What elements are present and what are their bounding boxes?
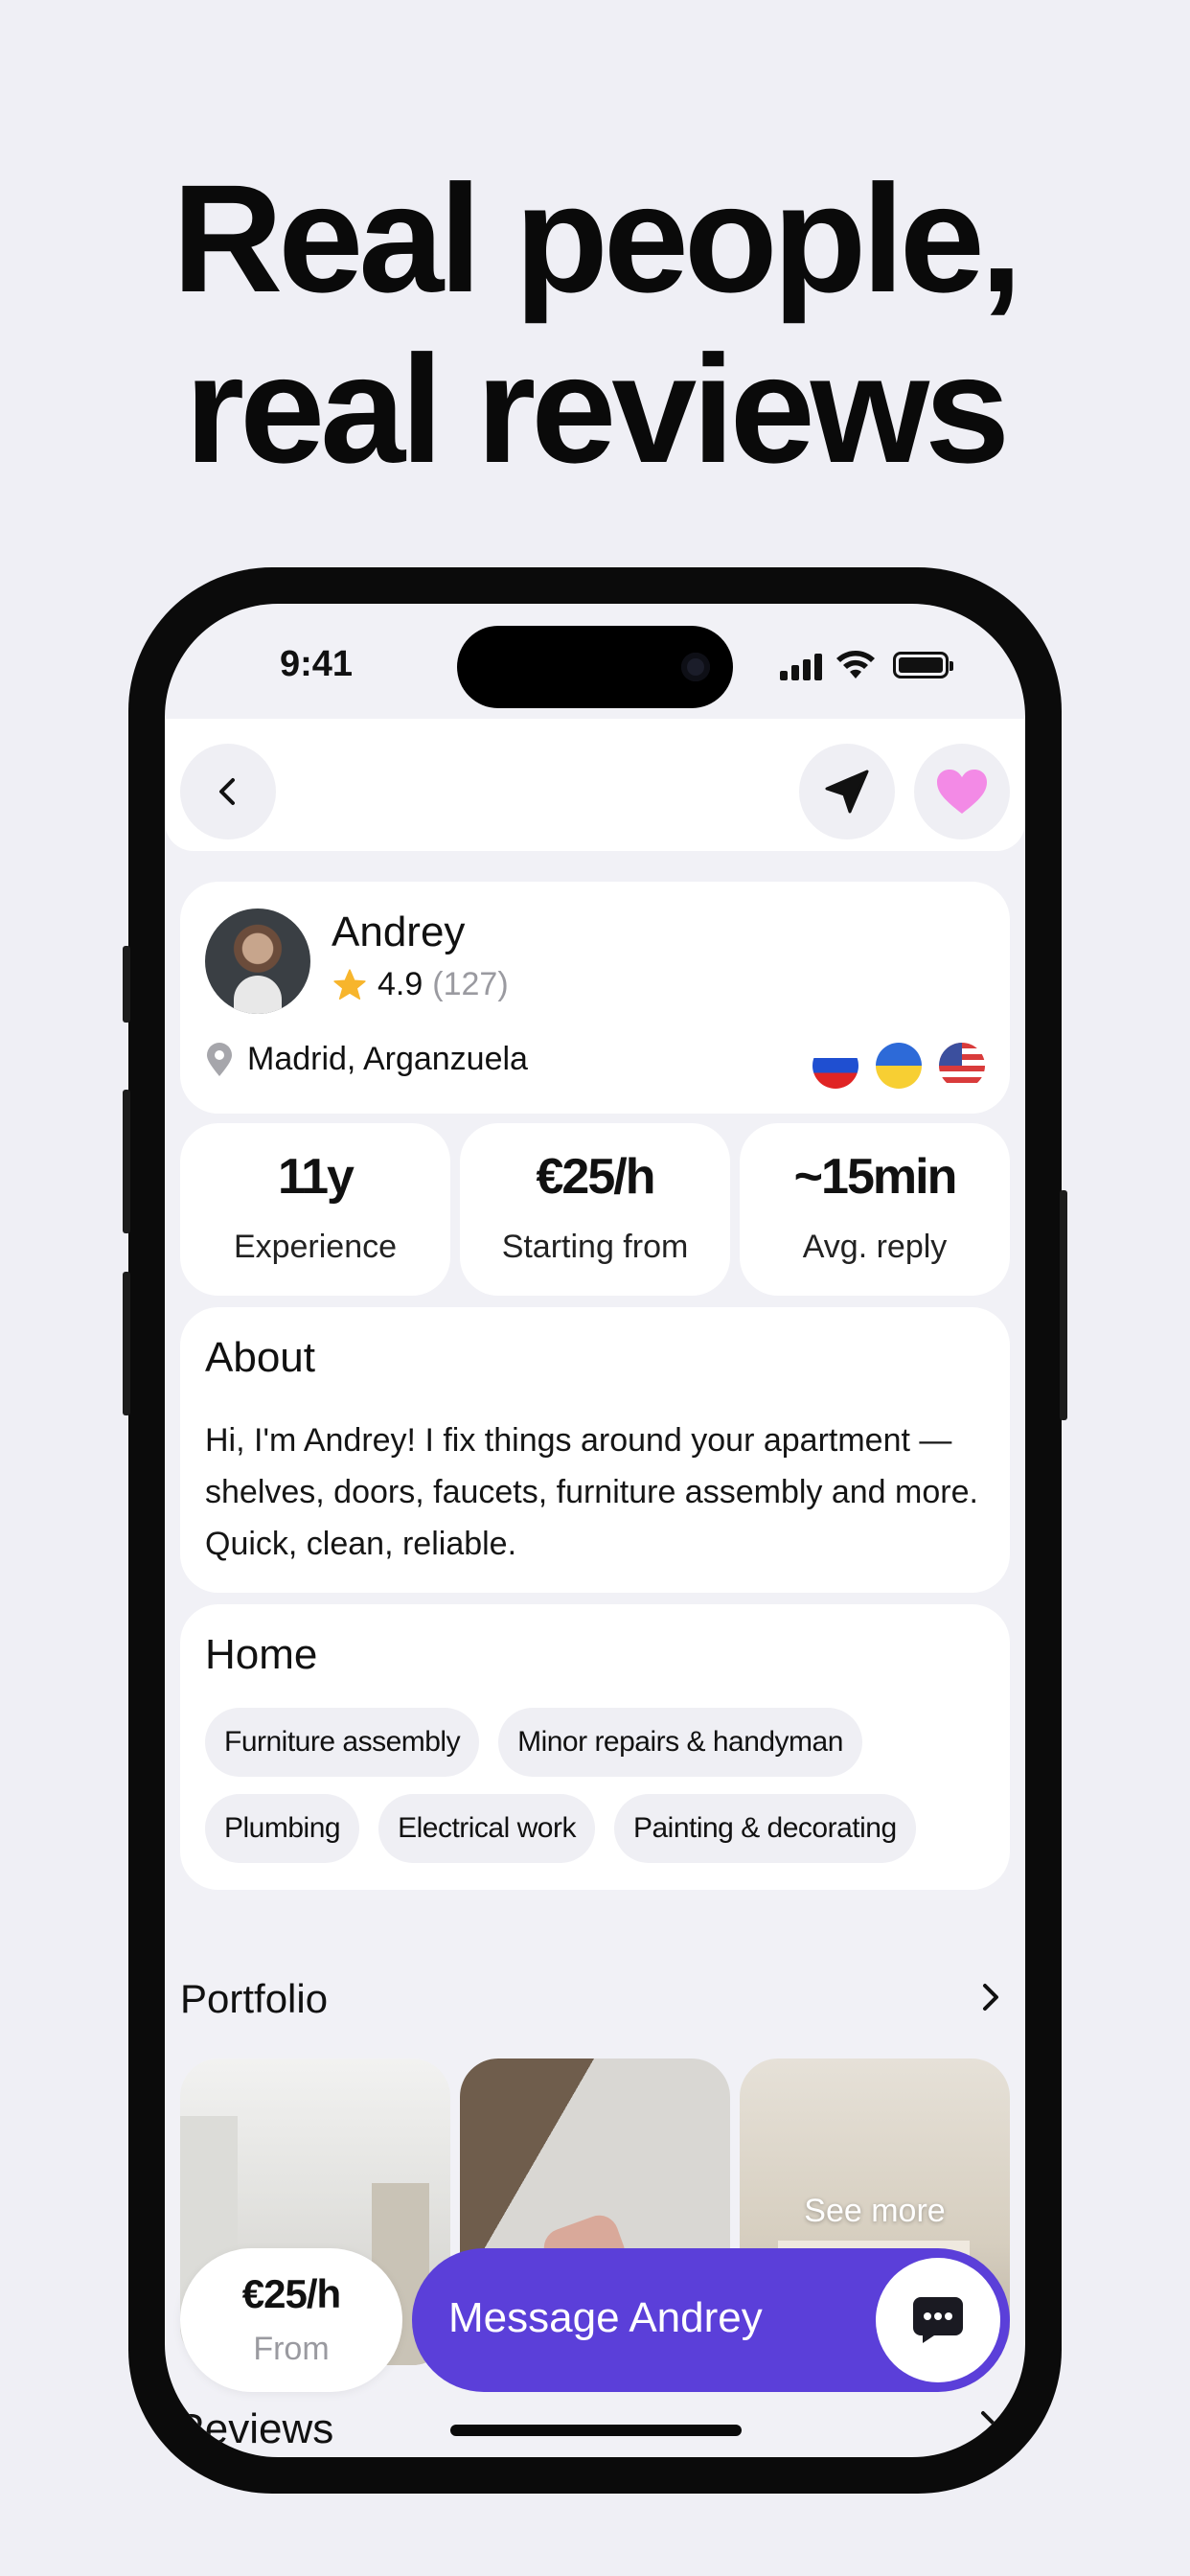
camera-icon	[681, 653, 710, 681]
chevron-right-icon[interactable]	[973, 2405, 1002, 2444]
service-chip[interactable]: Painting & decorating	[613, 1794, 916, 1863]
volume-up-button	[123, 1090, 130, 1233]
rating: 4.9 (127)	[332, 966, 509, 1003]
home-indicator[interactable]	[450, 2425, 742, 2436]
russian-flag-icon	[812, 1043, 858, 1089]
location: Madrid, Arganzuela	[205, 1041, 528, 1078]
share-button[interactable]	[799, 744, 895, 840]
chat-icon	[876, 2258, 1000, 2382]
status-bar: 9:41	[165, 604, 1025, 719]
location-pin-icon	[207, 1042, 232, 1076]
profile-name: Andrey	[332, 908, 466, 955]
star-icon	[333, 968, 366, 1000]
stat-value: ~15min	[793, 1149, 958, 1205]
us-flag-icon	[939, 1043, 985, 1089]
price-value: €25/h	[241, 2271, 341, 2316]
location-text: Madrid, Arganzuela	[247, 1041, 528, 1077]
stat-value: €25/h	[536, 1149, 656, 1205]
dynamic-island	[457, 626, 733, 708]
service-chip[interactable]: Plumbing	[205, 1794, 360, 1863]
ukrainian-flag-icon	[876, 1043, 922, 1089]
rating-value: 4.9	[378, 966, 423, 1002]
message-button[interactable]: Message Andrey	[412, 2248, 1010, 2392]
headline-line-2: real reviews	[184, 323, 1010, 494]
about-title: About	[205, 1334, 315, 1381]
price-pill: €25/h From	[180, 2248, 402, 2392]
top-navigation-bar	[165, 719, 1025, 851]
about-card: About Hi, I'm Andrey! I fix things aroun…	[180, 1307, 1010, 1593]
stat-label: Avg. reply	[802, 1229, 948, 1265]
mute-switch	[123, 946, 130, 1023]
stat-starting-price: €25/h Starting from	[460, 1123, 730, 1296]
status-time: 9:41	[280, 644, 354, 684]
stat-avg-reply: ~15min Avg. reply	[740, 1123, 1010, 1296]
stat-label: Starting from	[501, 1229, 689, 1265]
favorite-button[interactable]	[914, 744, 1010, 840]
send-icon	[825, 770, 869, 814]
message-button-label: Message Andrey	[448, 2294, 763, 2341]
phone-frame: 9:41 Andrey 4.9 (127) Madrid, Arganzuela…	[123, 567, 1067, 2494]
back-button[interactable]	[180, 744, 276, 840]
services-title: Home	[205, 1631, 318, 1678]
language-flags	[812, 1043, 985, 1089]
services-card: Home Furniture assembly Minor repairs & …	[180, 1604, 1010, 1890]
cellular-signal-icon	[780, 654, 822, 680]
volume-down-button	[123, 1272, 130, 1415]
stat-label: Experience	[233, 1229, 398, 1265]
service-chip[interactable]: Furniture assembly	[205, 1708, 480, 1777]
headline: Real people, real reviews	[0, 153, 1190, 494]
heart-icon	[937, 770, 987, 814]
about-text: Hi, I'm Andrey! I fix things around your…	[205, 1422, 978, 1562]
chevron-left-icon	[219, 778, 235, 805]
power-button	[1060, 1190, 1067, 1420]
battery-icon	[893, 652, 953, 678]
phone-screen: 9:41 Andrey 4.9 (127) Madrid, Arganzuela…	[165, 604, 1025, 2457]
service-chips: Furniture assembly Minor repairs & handy…	[205, 1708, 991, 1863]
reviews-count[interactable]: (127)	[432, 966, 508, 1003]
service-chip[interactable]: Minor repairs & handyman	[498, 1708, 862, 1777]
reviews-title[interactable]: Reviews	[174, 2405, 333, 2453]
service-chip[interactable]: Electrical work	[378, 1794, 595, 1863]
chevron-right-icon[interactable]	[975, 1978, 1004, 2016]
wifi-icon	[836, 651, 875, 678]
stat-experience: 11y Experience	[180, 1123, 450, 1296]
portfolio-title[interactable]: Portfolio	[180, 1976, 328, 2022]
price-label: From	[253, 2331, 330, 2367]
avatar[interactable]	[205, 908, 310, 1014]
profile-card: Andrey 4.9 (127) Madrid, Arganzuela	[180, 882, 1010, 1114]
see-more-label: See more	[804, 2193, 946, 2229]
stat-value: 11y	[278, 1149, 355, 1205]
headline-line-1: Real people,	[172, 152, 1023, 324]
